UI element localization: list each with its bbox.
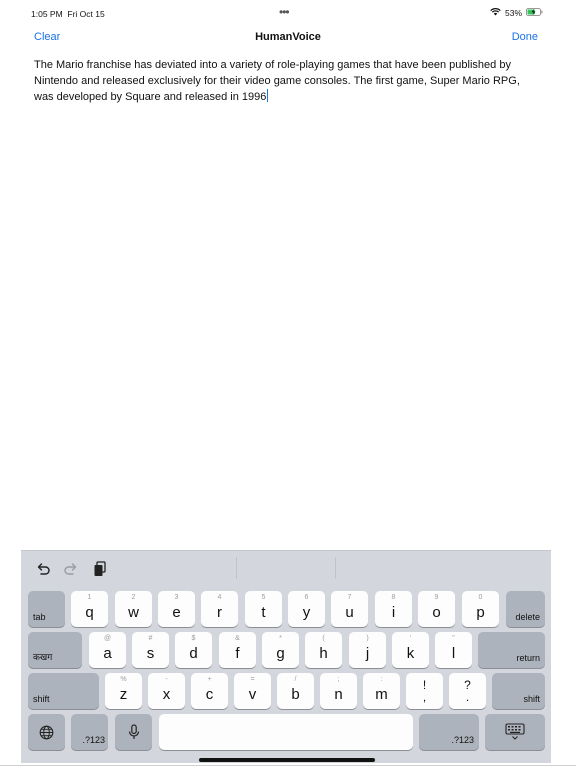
shortcut-bar (21, 551, 551, 587)
key-d[interactable]: $ d (175, 632, 212, 668)
key-v[interactable]: = v (234, 673, 271, 709)
key-f[interactable]: & f (219, 632, 256, 668)
shift-left-key[interactable]: shift (28, 673, 99, 709)
key-o[interactable]: 9o (418, 591, 455, 627)
key-p[interactable]: 0p (462, 591, 499, 627)
on-screen-keyboard: tab 1q 2w 3e 4r 5t 6y 7u 8i 9o 0p delete… (21, 550, 551, 763)
navigation-bar: Clear HumanVoice Done (0, 26, 576, 50)
keyboard-dismiss-icon (485, 714, 545, 750)
shortcut-divider (236, 557, 237, 579)
editor-text: The Mario franchise has deviated into a … (34, 59, 520, 103)
key-i[interactable]: 8i (375, 591, 412, 627)
status-time: 1:05 PM Fri Oct 15 (31, 9, 105, 19)
key-j[interactable]: ) j (349, 632, 386, 668)
key-q[interactable]: 1q (71, 591, 108, 627)
globe-icon (28, 714, 65, 750)
key-l[interactable]: " l (435, 632, 472, 668)
wifi-icon (490, 8, 501, 18)
microphone-icon (115, 714, 152, 750)
key-m[interactable]: :m (363, 673, 400, 709)
home-indicator[interactable] (199, 758, 375, 762)
globe-key[interactable] (28, 714, 65, 750)
paste-icon[interactable] (90, 559, 110, 579)
key-e[interactable]: 3e (158, 591, 195, 627)
key-y[interactable]: 6y (288, 591, 325, 627)
key-h[interactable]: (h (305, 632, 342, 668)
key-g[interactable]: * g (262, 632, 299, 668)
key-w[interactable]: 2w (115, 591, 152, 627)
text-editor[interactable]: The Mario franchise has deviated into a … (34, 57, 542, 105)
key-b[interactable]: / b (277, 673, 314, 709)
key-a[interactable]: @ a (89, 632, 126, 668)
bottom-divider (0, 765, 576, 766)
numbers-left-key[interactable]: .?123 (71, 714, 108, 750)
status-indicators: 53% (490, 8, 543, 18)
hide-keyboard-key[interactable] (485, 714, 545, 750)
shortcut-divider (335, 557, 336, 579)
tab-key[interactable]: tab (28, 591, 65, 627)
space-bar[interactable] (159, 714, 413, 750)
key-exclamation-comma[interactable]: ! , (406, 673, 443, 709)
key-question-period[interactable]: ? . (449, 673, 486, 709)
undo-icon[interactable] (33, 559, 53, 579)
page-title: HumanVoice (255, 31, 321, 43)
key-x[interactable]: -x (148, 673, 185, 709)
battery-charging-icon (526, 8, 543, 18)
text-cursor (266, 89, 269, 102)
key-r[interactable]: 4r (201, 591, 238, 627)
key-t[interactable]: 5t (245, 591, 282, 627)
language-switch-key[interactable]: कखग (28, 632, 82, 668)
battery-percent: 53% (504, 8, 522, 18)
done-button[interactable]: Done (512, 31, 538, 43)
redo-icon[interactable] (61, 559, 81, 579)
key-k[interactable]: ' k (392, 632, 429, 668)
status-bar: 1:05 PM Fri Oct 15 ••• 53% (0, 0, 576, 26)
key-z[interactable]: % z (105, 673, 142, 709)
key-s[interactable]: # s (132, 632, 169, 668)
key-c[interactable]: + c (191, 673, 228, 709)
multitasking-dots[interactable]: ••• (279, 5, 290, 19)
numbers-right-key[interactable]: .?123 (419, 714, 479, 750)
shift-right-key[interactable]: shift (492, 673, 545, 709)
dictation-key[interactable] (115, 714, 152, 750)
key-n[interactable]: ; n (320, 673, 357, 709)
delete-key[interactable]: delete (506, 591, 545, 627)
key-u[interactable]: 7u (331, 591, 368, 627)
return-key[interactable]: return (478, 632, 545, 668)
